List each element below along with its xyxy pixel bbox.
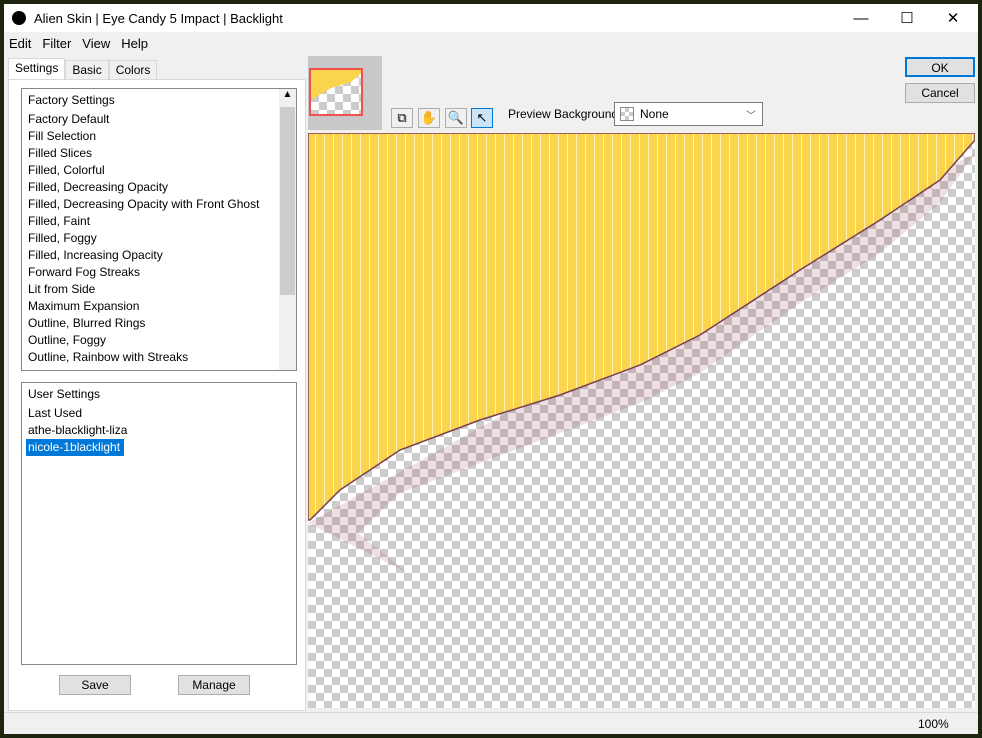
zoom-level: 100% [918, 717, 949, 731]
scrollbar[interactable]: ▲ [279, 89, 296, 370]
hand-tool-button[interactable]: ✋ [418, 108, 440, 128]
preview-toggle-button[interactable]: ⧉ [391, 108, 413, 128]
list-item[interactable]: Maximum Expansion [22, 298, 296, 315]
list-item-selected[interactable]: nicole-1blacklight [26, 439, 125, 456]
factory-settings-header: Factory Settings [28, 93, 115, 107]
menu-view[interactable]: View [77, 36, 116, 54]
preview-image [308, 133, 975, 573]
cancel-button[interactable]: Cancel [905, 83, 975, 103]
preview-toggle-icon: ⧉ [397, 110, 407, 125]
list-item[interactable]: Filled, Foggy [22, 230, 296, 247]
preview-background-select[interactable]: None ﹀ [614, 102, 763, 126]
list-item[interactable]: Filled Slices [22, 145, 296, 162]
manage-button[interactable]: Manage [178, 675, 250, 695]
tab-bar: Settings Basic Colors [8, 58, 158, 80]
menu-edit[interactable]: Edit [4, 36, 37, 54]
status-bar: 100% [4, 712, 978, 733]
arrow-icon: ↖ [476, 110, 488, 125]
settings-panel: Factory Settings Factory Default Fill Sel… [8, 79, 306, 711]
hand-icon: ✋ [420, 110, 438, 125]
close-button[interactable]: ✕ [930, 4, 976, 32]
chevron-down-icon: ﹀ [746, 110, 756, 122]
app-logo-icon [12, 11, 26, 25]
checker-swatch-icon [620, 107, 634, 121]
factory-settings-list[interactable]: Factory Settings Factory Default Fill Sel… [21, 88, 297, 371]
zoom-tool-button[interactable]: 🔍 [445, 108, 467, 128]
preview-background-label: Preview Background: [508, 107, 622, 121]
user-settings-header: User Settings [28, 387, 101, 401]
scroll-up-icon[interactable]: ▲ [279, 89, 296, 106]
arrow-tool-button[interactable]: ↖ [471, 108, 493, 128]
tab-colors[interactable]: Colors [108, 60, 158, 79]
list-item[interactable]: Factory Default [22, 111, 296, 128]
list-item[interactable]: athe-blacklight-liza [22, 422, 296, 439]
maximize-button[interactable]: ☐ [884, 4, 930, 32]
scroll-thumb[interactable] [280, 107, 295, 295]
ok-button[interactable]: OK [905, 57, 975, 77]
menu-help[interactable]: Help [116, 36, 154, 54]
preview-canvas[interactable] [308, 133, 975, 708]
list-item[interactable]: Forward Fog Streaks [22, 264, 296, 281]
tab-basic[interactable]: Basic [65, 60, 109, 79]
zoom-icon: 🔍 [447, 110, 465, 125]
list-item[interactable]: Fill Selection [22, 128, 296, 145]
window: Alien Skin | Eye Candy 5 Impact | Backli… [4, 4, 978, 734]
title-bar: Alien Skin | Eye Candy 5 Impact | Backli… [4, 4, 978, 32]
list-item[interactable]: Outline, Foggy [22, 332, 296, 349]
window-title: Alien Skin | Eye Candy 5 Impact | Backli… [34, 10, 283, 26]
menu-bar: Edit Filter View Help [4, 36, 154, 54]
list-item[interactable]: Filled, Increasing Opacity [22, 247, 296, 264]
save-button[interactable]: Save [59, 675, 131, 695]
preview-background-value: None [640, 107, 669, 121]
list-item[interactable]: Outline, Blurred Rings [22, 315, 296, 332]
menu-filter[interactable]: Filter [37, 36, 77, 54]
list-item[interactable]: Outline, Rainbow with Streaks [22, 349, 296, 366]
user-settings-list[interactable]: User Settings Last Used athe-blacklight-… [21, 382, 297, 665]
list-item[interactable]: Filled, Colorful [22, 162, 296, 179]
tab-settings[interactable]: Settings [8, 58, 66, 80]
list-item[interactable]: Last Used [22, 405, 296, 422]
list-item[interactable]: Filled, Faint [22, 213, 296, 230]
list-item[interactable]: Filled, Decreasing Opacity [22, 179, 296, 196]
navigator-thumbnail[interactable] [308, 56, 382, 130]
minimize-button[interactable]: — [838, 4, 884, 32]
thumbnail-viewport[interactable] [309, 68, 363, 116]
list-item[interactable]: Lit from Side [22, 281, 296, 298]
list-item[interactable]: Filled, Decreasing Opacity with Front Gh… [22, 196, 296, 213]
